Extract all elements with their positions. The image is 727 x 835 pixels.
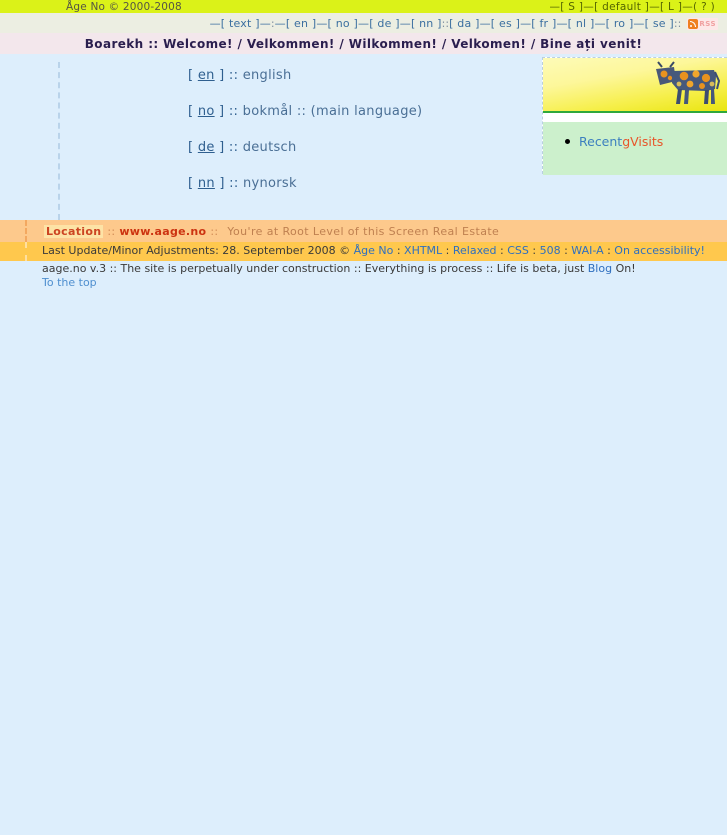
text-size-small-link[interactable]: —[ S ]— [549,1,594,13]
xhtml-link[interactable]: XHTML [404,244,442,257]
location-dotted-rule [25,220,27,242]
location-sep-2: :: [210,224,219,238]
list-item[interactable]: [ en ] :: english [188,68,422,83]
location-sep-1: :: [107,224,116,238]
bullet-icon [565,139,570,144]
sep: : [603,244,615,257]
list-item[interactable]: Recent gVisits [565,134,727,149]
sep: : [560,244,572,257]
bracket-close: ] :: [214,68,243,83]
nav-trailing: :: [673,16,682,30]
gvisits-label[interactable]: gVisits [622,134,663,149]
bracket-open: [ [188,176,198,191]
top-identity-bar: Åge No © 2000-2008 —[ S ]—[ default ]—[ … [0,0,727,13]
text-version-link[interactable]: —[ text ]— [210,17,271,30]
last-update-text: Last Update/Minor Adjustments: 28. Septe… [42,244,354,257]
relaxed-link[interactable]: Relaxed [453,244,497,257]
footer-dotted-rule [25,242,27,261]
rss-feed-button[interactable]: RSS [687,18,718,30]
bracket-close: ] :: [214,176,243,191]
sep: : [496,244,508,257]
list-item[interactable]: [ nn ] :: nynorsk [188,176,422,191]
language-nav-strip: —[ text ]— : —[ en ]—[ no ]—[ de ]—[ nn … [0,13,727,33]
list-item[interactable]: [ de ] :: deutsch [188,140,422,155]
language-name: deutsch [242,140,297,155]
panel-banner [543,58,727,113]
bracket-open: [ [188,68,198,83]
language-link-nn[interactable]: [ nn ] :: [188,176,243,191]
footer-bar: Last Update/Minor Adjustments: 28. Septe… [0,242,727,261]
language-code: no [197,104,215,119]
location-label: Location [44,224,104,238]
accessibility-link[interactable]: On accessibility! [614,244,705,257]
language-code: de [197,140,215,155]
rss-icon [688,19,699,29]
panel-body: Recent gVisits [543,122,727,175]
sep: : [442,244,453,257]
language-name: english [242,68,292,83]
text-size-controls: —[ S ]—[ default ]—[ L ]—( ? ) [549,1,719,13]
language-link-de[interactable]: [ de ] :: [188,140,243,155]
wai-a-link[interactable]: WAI-A [571,244,603,257]
page-filler [0,290,727,835]
footer-aftermatter: aage.no v.3 :: The site is perpetually u… [0,261,727,290]
location-url-link[interactable]: www.aage.no [119,225,206,238]
css-link[interactable]: CSS [507,244,529,257]
to-the-top-link[interactable]: To the top [42,276,97,289]
to-the-top-row[interactable]: To the top [42,276,727,290]
copyright-text: Åge No © 2000-2008 [66,0,182,13]
welcome-banner: Boarekh :: Welcome! / Velkommen! / Wilko… [0,33,727,54]
primary-language-links[interactable]: —[ en ]—[ no ]—[ de ]—[ nn ] [275,17,442,30]
text-size-large-link[interactable]: [ L ]— [660,1,693,13]
help-link[interactable]: ( ? ) [693,1,715,13]
version-tagline: aage.no v.3 :: The site is perpetually u… [42,262,727,276]
side-panel: Recent gVisits [542,57,727,175]
panel-divider [543,113,727,122]
recent-gvisits-link[interactable]: Recent [579,134,622,149]
language-choice-list: [ en ] :: english [ no ] :: bokmål :: (m… [188,68,422,212]
blog-link[interactable]: Blog [588,262,612,275]
bracket-close: ] :: [214,140,243,155]
cow-illustration-icon [656,61,721,104]
bracket-open: [ [188,104,198,119]
nav-divider: :: [441,16,450,30]
section-508-link[interactable]: 508 [540,244,561,257]
list-item[interactable]: [ no ] :: bokmål :: (main language) [188,104,422,119]
language-name: bokmål :: (main language) [242,104,423,119]
rss-label: RSS [699,20,716,28]
language-link-no[interactable]: [ no ] :: [188,104,243,119]
location-description: You're at Root Level of this Screen Real… [227,224,500,238]
sep: : [393,244,405,257]
language-code: nn [197,176,215,191]
location-bar: Location :: www.aage.no :: You're at Roo… [0,220,727,242]
language-link-en[interactable]: [ en ] :: [188,68,243,83]
bracket-close: ] :: [214,104,243,119]
main-content: [ en ] :: english [ no ] :: bokmål :: (m… [0,54,727,220]
language-code: en [197,68,215,83]
version-text: aage.no v.3 :: The site is perpetually u… [42,262,588,275]
left-dotted-rule [58,62,60,220]
author-link[interactable]: Åge No [354,244,394,257]
bracket-open: [ [188,140,198,155]
welcome-text: Boarekh :: Welcome! / Velkommen! / Wilko… [84,36,643,51]
version-suffix: On! [612,262,636,275]
text-size-default-link[interactable]: [ default ]— [594,1,660,13]
secondary-language-links[interactable]: [ da ]—[ es ]—[ fr ]—[ nl ]—[ ro ]—[ se … [449,17,674,30]
language-name: nynorsk [242,176,297,191]
footer-credits-line: Last Update/Minor Adjustments: 28. Septe… [42,244,727,258]
sep: : [528,244,540,257]
